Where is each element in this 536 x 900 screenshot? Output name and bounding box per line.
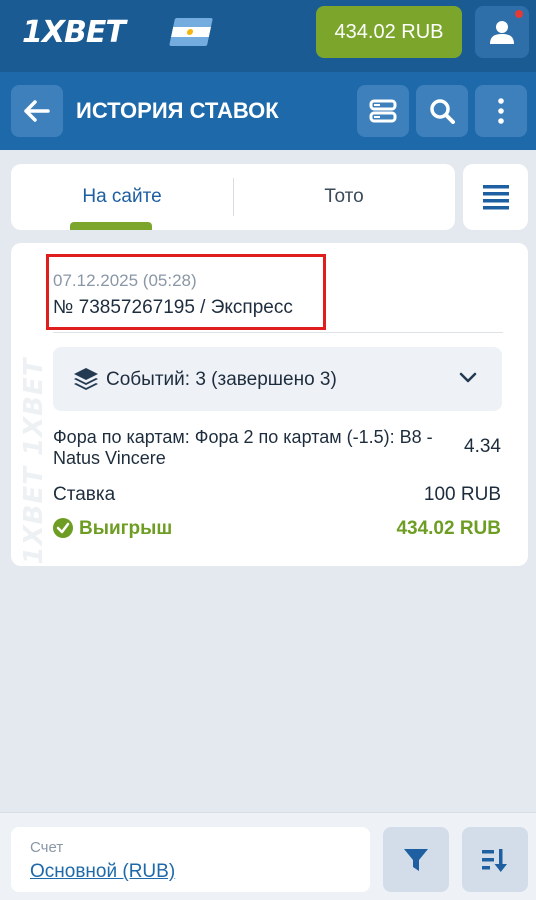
vertical-dots-icon: [498, 98, 504, 124]
search-button[interactable]: [416, 85, 468, 137]
stake-label: Ставка: [53, 484, 116, 505]
sort-icon: [482, 848, 507, 872]
watermark: 1XBET 1XBET 1XBET: [19, 357, 49, 566]
account-selector[interactable]: Счет Основной (RUB): [11, 827, 370, 892]
bet-card[interactable]: 1XBET 1XBET 1XBET 07.12.2025 (05:28) № 7…: [11, 243, 528, 566]
win-value: 434.02 RUB: [396, 518, 501, 539]
page-title: ИСТОРИЯ СТАВОК: [76, 98, 279, 123]
coupon-icon: [369, 99, 397, 123]
tab-on-site[interactable]: На сайте: [11, 164, 233, 230]
active-tab-indicator: [70, 222, 152, 230]
title-bar: ИСТОРИЯ СТАВОК: [0, 72, 536, 150]
filter-icon: [404, 848, 428, 871]
history-tabs: На сайте Тото: [11, 164, 455, 230]
brand-logo[interactable]: 1XBET: [22, 14, 126, 50]
market-description: Фора по картам: Фора 2 по картам (-1.5):…: [53, 427, 433, 468]
sort-button[interactable]: [462, 827, 528, 892]
more-options-button[interactable]: [475, 85, 527, 137]
check-circle-icon: [53, 518, 73, 538]
search-icon: [430, 99, 455, 124]
user-icon: [490, 21, 514, 44]
events-summary: Событий: 3 (завершено 3): [106, 369, 337, 390]
view-list-button[interactable]: [463, 164, 528, 230]
hamburger-icon: [482, 185, 509, 210]
arrow-left-icon: [24, 100, 50, 122]
balance-button[interactable]: 434.02 RUB: [316, 6, 462, 58]
account-value[interactable]: Основной (RUB): [30, 861, 175, 883]
notification-dot: [515, 10, 523, 18]
win-label: Выигрыш: [79, 518, 173, 539]
top-header: 1XBET 434.02 RUB: [0, 0, 536, 72]
chevron-down-icon: [459, 372, 477, 383]
bet-number: № 73857267195 / Экспресс: [53, 297, 293, 318]
layers-icon: [74, 368, 98, 390]
coupon-button[interactable]: [357, 85, 409, 137]
events-dropdown[interactable]: Событий: 3 (завершено 3): [53, 347, 502, 411]
bet-date: 07.12.2025 (05:28): [53, 271, 197, 290]
filter-button[interactable]: [383, 827, 449, 892]
argentina-flag-icon[interactable]: [169, 18, 213, 46]
bottom-bar: Счет Основной (RUB): [0, 812, 536, 900]
odds-value: 4.34: [464, 436, 501, 457]
stake-value: 100 RUB: [423, 484, 501, 505]
back-button[interactable]: [11, 85, 63, 137]
account-label: Счет: [30, 839, 64, 856]
divider: [53, 332, 503, 333]
profile-button[interactable]: [475, 6, 529, 58]
tab-toto[interactable]: Тото: [233, 164, 455, 230]
